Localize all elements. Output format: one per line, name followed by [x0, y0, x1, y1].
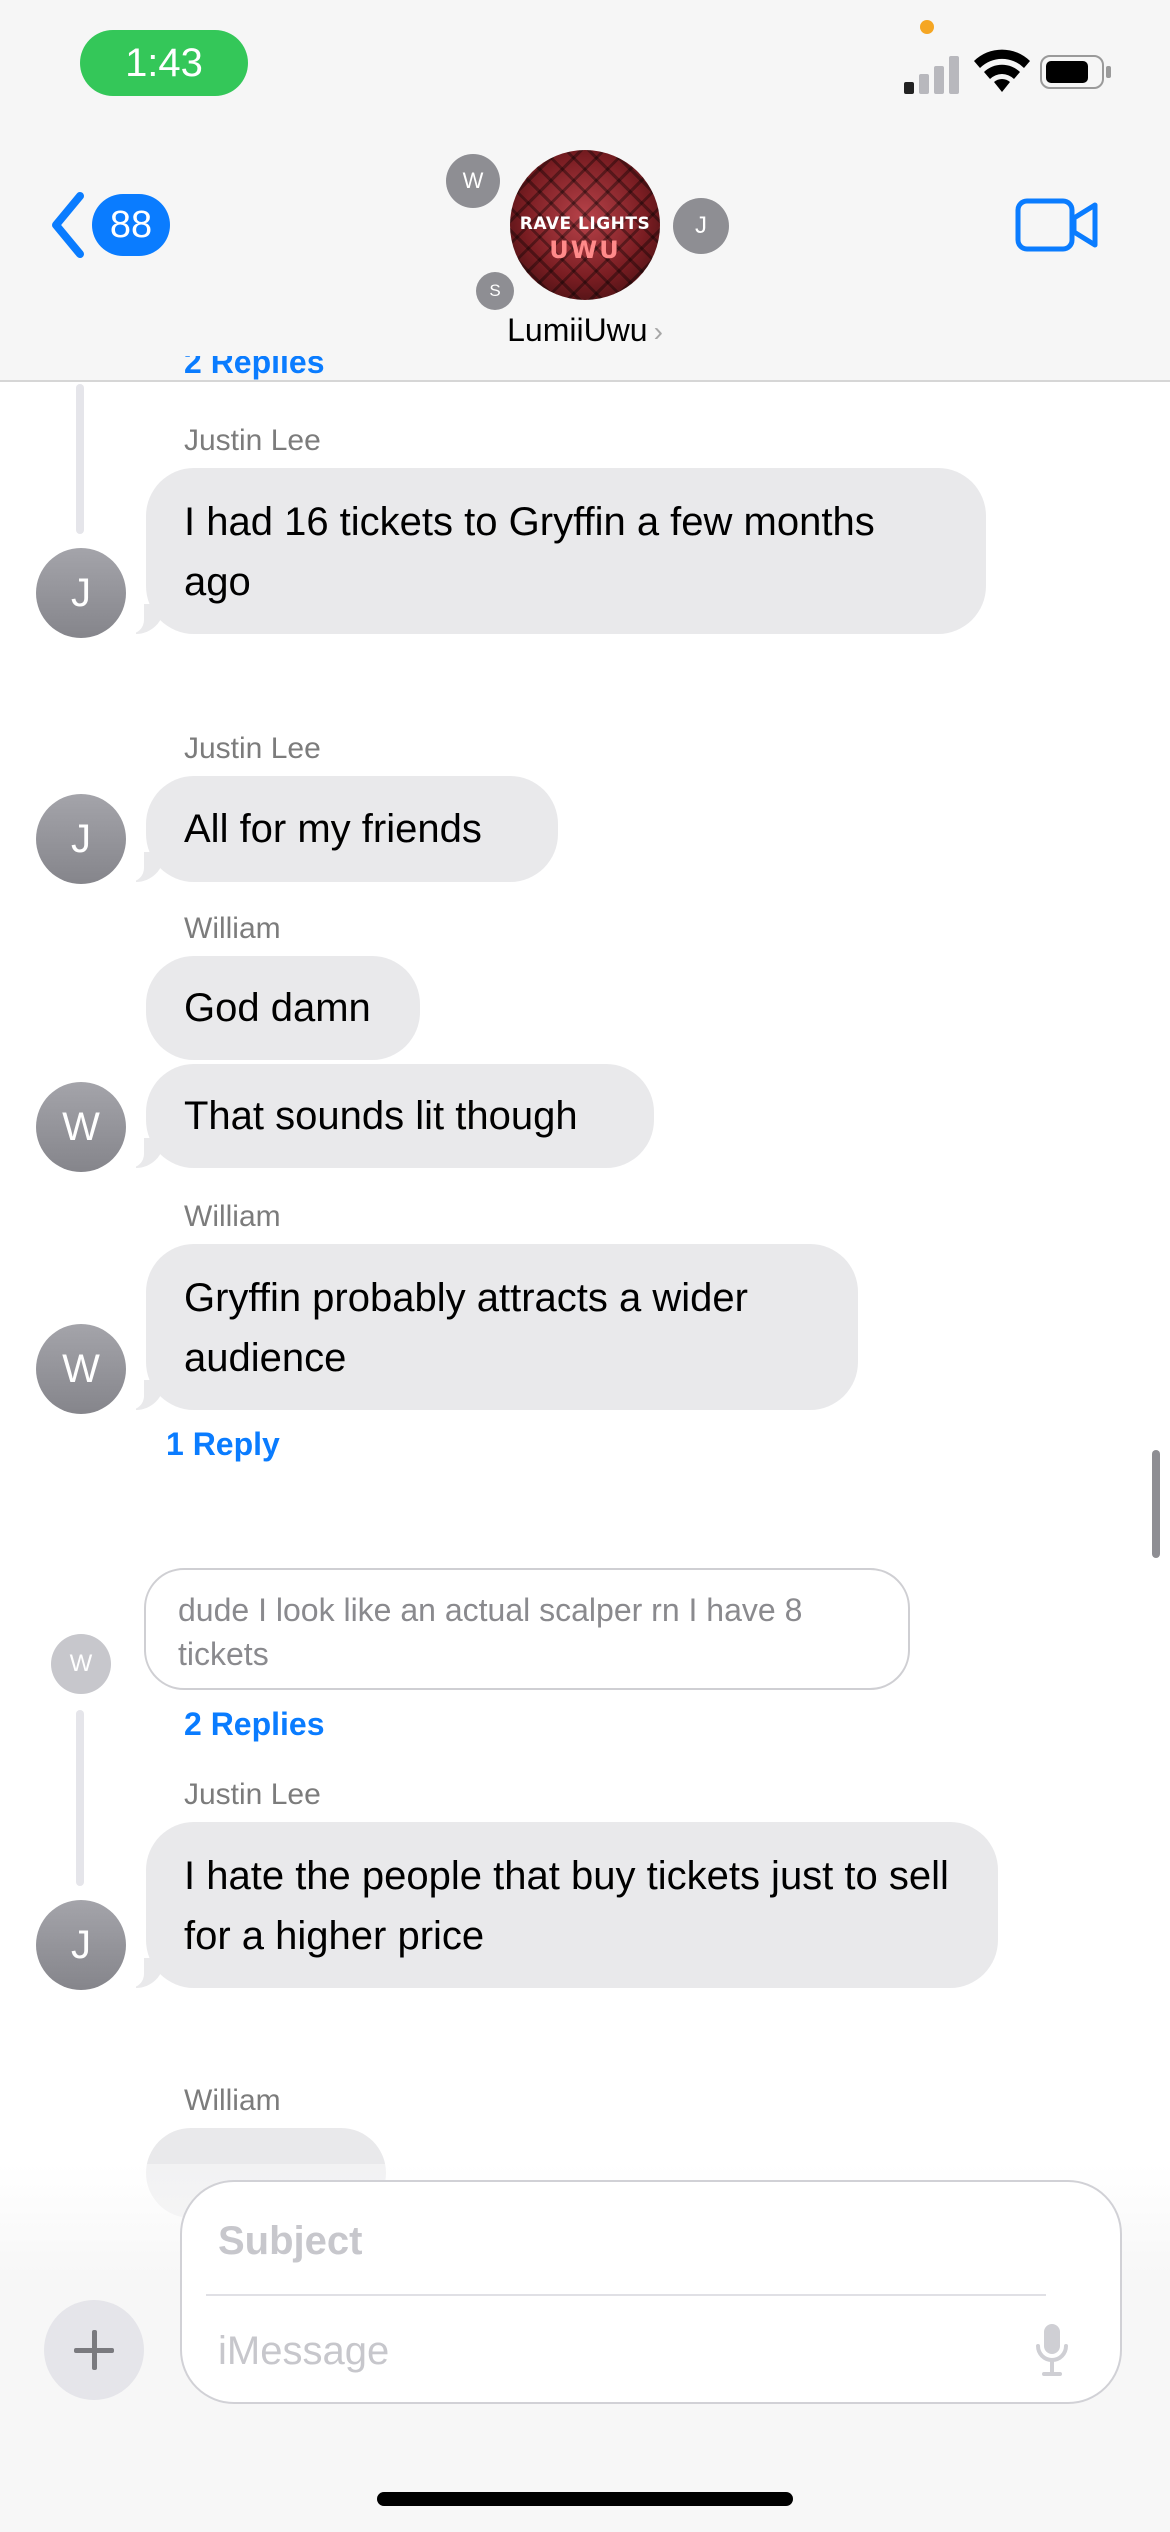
thread-replies-link[interactable]: 2 Replies — [184, 1706, 325, 1743]
group-avatar-text-top: RAVE LIGHTS — [519, 214, 651, 234]
back-chevron-icon[interactable] — [48, 190, 88, 260]
thread-replies-link[interactable]: 1 Reply — [166, 1426, 280, 1463]
battery-icon — [1040, 55, 1111, 89]
back-unread-count-badge[interactable]: 88 — [92, 194, 170, 256]
message-bubble[interactable]: All for my friends — [146, 776, 558, 882]
scrollbar[interactable] — [1152, 1450, 1160, 1558]
message-text: I hate the people that buy tickets just … — [184, 1854, 949, 1958]
sender-name: William — [184, 1200, 281, 1233]
subject-input[interactable] — [218, 2206, 1038, 2276]
message-bubble[interactable]: God damn — [146, 956, 420, 1060]
microphone-icon[interactable] — [1034, 2320, 1070, 2380]
wifi-icon — [974, 49, 1030, 92]
avatar[interactable]: J — [36, 1900, 126, 1990]
message-bubble[interactable]: I had 16 tickets to Gryffin a few months… — [146, 468, 986, 634]
sender-name: Justin Lee — [184, 732, 321, 765]
avatar[interactable]: W — [36, 1324, 126, 1414]
imessage-input[interactable] — [218, 2316, 998, 2386]
sender-name: William — [184, 2084, 281, 2117]
avatar[interactable]: J — [36, 794, 126, 884]
bubble-tail — [126, 604, 164, 634]
message-text: I had 16 tickets to Gryffin a few months… — [184, 500, 875, 604]
bubble-tail — [126, 1380, 164, 1410]
message-bubble[interactable]: I hate the people that buy tickets just … — [146, 1822, 998, 1988]
message-text: Gryffin probably attracts a wider audien… — [184, 1276, 748, 1380]
thread-line — [76, 1710, 84, 1886]
avatar[interactable]: W — [51, 1634, 111, 1694]
compose-field[interactable] — [180, 2180, 1122, 2404]
plus-icon[interactable] — [44, 2300, 144, 2400]
thread-replies-link-partial[interactable]: 2 Replies — [184, 356, 325, 382]
sender-name: William — [184, 912, 281, 945]
message-text: God damn — [184, 986, 371, 1030]
message-bubble[interactable]: That sounds lit though — [146, 1064, 654, 1168]
message-text: All for my friends — [184, 807, 482, 851]
group-name-button[interactable]: LumiiUwu › — [485, 312, 685, 356]
avatar[interactable]: J — [36, 548, 126, 638]
thread-original-text: dude I look like an actual scalper rn I … — [178, 1592, 803, 1672]
sender-name: Justin Lee — [184, 424, 321, 457]
group-avatar-text-bottom: UWU — [549, 236, 621, 264]
group-avatar[interactable]: RAVE LIGHTS UWU — [510, 150, 660, 300]
member-avatar-s[interactable]: S — [476, 272, 514, 310]
signal-icon — [904, 52, 960, 94]
privacy-indicator-icon — [920, 20, 934, 34]
message-text: That sounds lit though — [184, 1094, 578, 1138]
avatar[interactable]: W — [36, 1082, 126, 1172]
thread-original-message[interactable]: dude I look like an actual scalper rn I … — [144, 1568, 910, 1690]
member-avatar-w[interactable]: W — [446, 154, 500, 208]
bubble-tail — [126, 852, 164, 882]
compose-divider — [206, 2294, 1046, 2296]
bubble-tail — [126, 1958, 164, 1988]
thread-line — [76, 384, 84, 534]
status-time: 1:43 — [80, 30, 248, 96]
conversation-header: 1:43 88 W J S RAVE LIGHTS UWU LumiiUwu › — [0, 0, 1170, 382]
member-avatar-j[interactable]: J — [673, 198, 729, 254]
group-name: LumiiUwu — [507, 312, 648, 348]
chevron-right-icon: › — [653, 316, 663, 347]
sender-name: Justin Lee — [184, 1778, 321, 1811]
bubble-tail — [126, 1138, 164, 1168]
video-camera-icon[interactable] — [1015, 196, 1099, 254]
home-indicator[interactable] — [377, 2492, 793, 2506]
message-bubble[interactable]: Gryffin probably attracts a wider audien… — [146, 1244, 858, 1410]
